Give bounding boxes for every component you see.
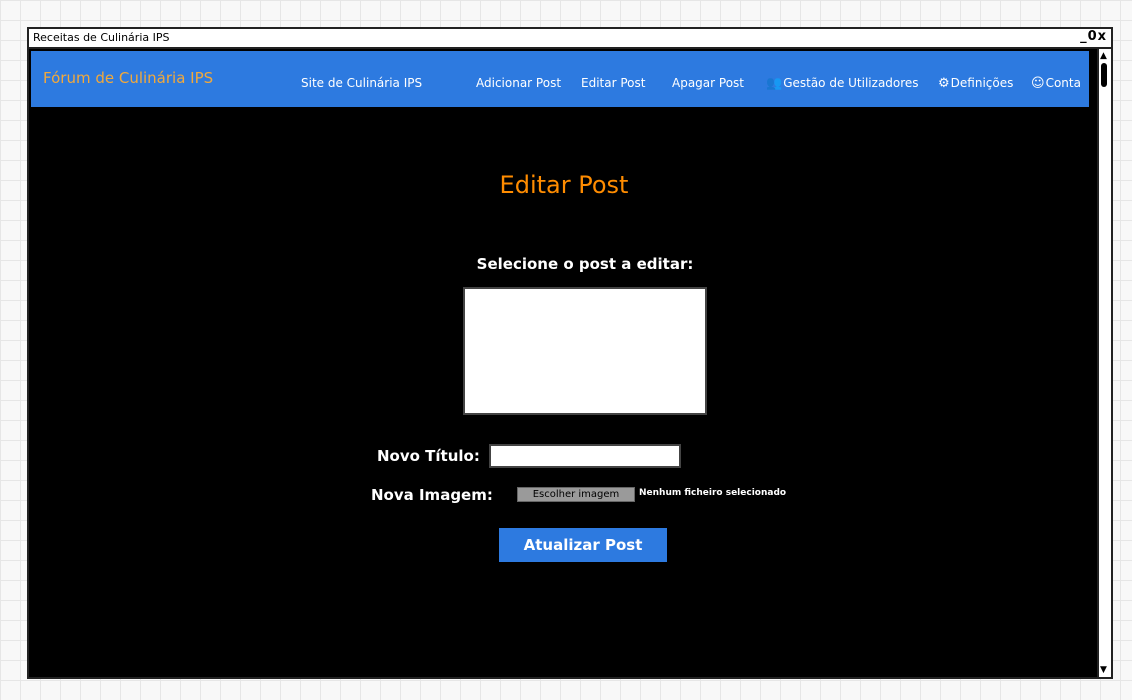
- scroll-up-icon[interactable]: ▲: [1100, 51, 1107, 61]
- new-title-input[interactable]: [489, 444, 681, 468]
- new-image-label: Nova Imagem:: [371, 486, 493, 504]
- new-title-label: Novo Título:: [377, 447, 480, 465]
- scroll-thumb[interactable]: [1101, 63, 1107, 87]
- gear-icon: ⚙: [938, 76, 950, 91]
- nav-link-site[interactable]: Site de Culinária IPS: [301, 76, 422, 90]
- brand-link[interactable]: Fórum de Culinária IPS: [43, 69, 213, 87]
- nav-link-settings[interactable]: ⚙Definições: [938, 76, 1013, 91]
- nav-link-user-management-label: Gestão de Utilizadores: [783, 76, 919, 90]
- nav-link-account-label: Conta: [1045, 76, 1081, 90]
- select-post-label: Selecione o post a editar:: [476, 255, 694, 273]
- window-titlebar: Receitas de Culinária IPS _0x: [29, 29, 1111, 49]
- users-icon: 👥: [766, 76, 783, 91]
- nav-link-add-post[interactable]: Adicionar Post: [476, 76, 561, 90]
- window-controls[interactable]: _0x: [1080, 29, 1107, 44]
- user-circle-icon: ☺: [1031, 76, 1045, 91]
- scrollbar[interactable]: ▲ ▼: [1097, 49, 1111, 677]
- nav-link-account[interactable]: ☺Conta: [1031, 76, 1081, 91]
- navbar: Fórum de Culinária IPS Site de Culinária…: [31, 51, 1089, 107]
- nav-link-edit-post[interactable]: Editar Post: [581, 76, 645, 90]
- scroll-down-icon[interactable]: ▼: [1100, 665, 1107, 675]
- page-title: Editar Post: [499, 171, 629, 199]
- nav-link-user-management[interactable]: 👥Gestão de Utilizadores: [766, 76, 919, 91]
- post-select-list[interactable]: [463, 287, 707, 415]
- nav-link-settings-label: Definições: [950, 76, 1014, 90]
- choose-image-button[interactable]: Escolher imagem: [517, 487, 635, 502]
- nav-link-delete-post[interactable]: Apagar Post: [672, 76, 744, 90]
- file-status-text: Nenhum ficheiro selecionado: [639, 488, 787, 498]
- update-post-button[interactable]: Atualizar Post: [499, 528, 667, 562]
- app-window: Receitas de Culinária IPS _0x Fórum de C…: [27, 27, 1113, 679]
- window-title: Receitas de Culinária IPS: [33, 31, 170, 44]
